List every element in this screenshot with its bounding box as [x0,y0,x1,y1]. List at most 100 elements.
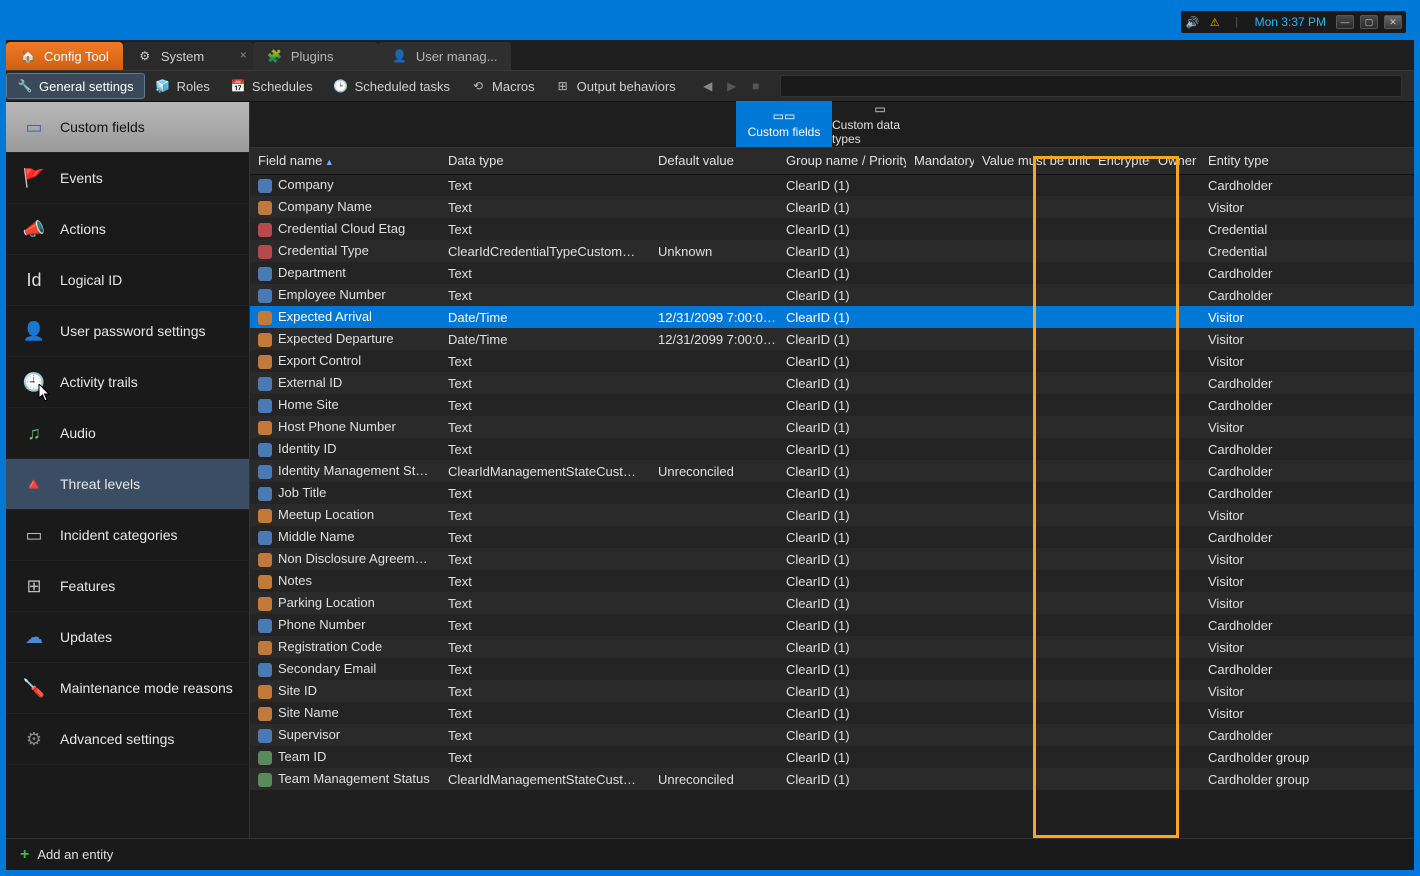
tab-label: User manag... [416,49,498,64]
sidebar-item-features[interactable]: ⊞ Features [6,561,249,612]
toolbar-roles[interactable]: 🧊 Roles [145,73,220,99]
table-row[interactable]: Expected DepartureDate/Time12/31/2099 7:… [250,328,1414,350]
sub-tab-bar: ▭▭ Custom fields ▭ Custom data types [250,102,1414,148]
table-row[interactable]: Employee NumberTextClearID (1)Cardholder [250,284,1414,306]
table-row[interactable]: Expected ArrivalDate/Time12/31/2099 7:00… [250,306,1414,328]
close-window-button[interactable]: ✕ [1384,15,1402,29]
entity-icon [258,619,272,633]
table-row[interactable]: Job TitleTextClearID (1)Cardholder [250,482,1414,504]
table-row[interactable]: Middle NameTextClearID (1)Cardholder [250,526,1414,548]
sidebar-item-custom-fields[interactable]: ▭Custom fields [6,102,249,153]
col-entity-type[interactable]: Entity type [1200,148,1414,174]
sidebar-item-user-password-settings[interactable]: 👤User password settings [6,306,249,357]
nav-home-icon[interactable]: ■ [748,78,764,94]
sidebar-item-updates[interactable]: ☁Updates [6,612,249,663]
footer: + Add an entity [6,838,1414,870]
table-row[interactable]: DepartmentTextClearID (1)Cardholder [250,262,1414,284]
table-row[interactable]: Identity Management StatusClearIdManagem… [250,460,1414,482]
table-row[interactable]: Team Management StatusClearIdManagementS… [250,768,1414,790]
custom-fields-table: Field name Data type Default value Group… [250,148,1414,790]
table-row[interactable]: CompanyTextClearID (1)Cardholder [250,174,1414,196]
toolbar: 🔧 General settings 🧊 Roles 📅 Schedules 🕒… [6,70,1414,102]
table-row[interactable]: SupervisorTextClearID (1)Cardholder [250,724,1414,746]
table-row[interactable]: Site IDTextClearID (1)Visitor [250,680,1414,702]
table-row[interactable]: Credential TypeClearIdCredentialTypeCust… [250,240,1414,262]
table-row[interactable]: Company NameTextClearID (1)Visitor [250,196,1414,218]
entity-icon [258,355,272,369]
roles-icon: 🧊 [155,78,171,94]
table-row[interactable]: Meetup LocationTextClearID (1)Visitor [250,504,1414,526]
table-row[interactable]: Site NameTextClearID (1)Visitor [250,702,1414,724]
sidebar-item-audio[interactable]: ♫Audio [6,408,249,459]
table-row[interactable]: Parking LocationTextClearID (1)Visitor [250,592,1414,614]
col-unique[interactable]: Value must be unique [974,148,1090,174]
tab-label: Plugins [291,49,334,64]
entity-icon [258,465,272,479]
clock-icon: 🕒 [333,78,349,94]
table-row[interactable]: Credential Cloud EtagTextClearID (1)Cred… [250,218,1414,240]
sidebar-item-incident-categories[interactable]: ▭Incident categories [6,510,249,561]
minimize-button[interactable]: — [1336,15,1354,29]
sidebar-item-events[interactable]: 🚩Events [6,153,249,204]
tab-config-tool[interactable]: 🏠 Config Tool [6,42,123,70]
col-data-type[interactable]: Data type [440,148,650,174]
sidebar-item-maintenance-mode-reasons[interactable]: 🪛Maintenance mode reasons [6,663,249,714]
table-row[interactable]: Phone NumberTextClearID (1)Cardholder [250,614,1414,636]
table-row[interactable]: External IDTextClearID (1)Cardholder [250,372,1414,394]
entity-icon [258,245,272,259]
app-window: 🏠 Config Tool ⚙ System × 🧩 Plugins 👤 Use… [6,40,1414,870]
sidebar-icon: ⊞ [22,574,46,598]
table-row[interactable]: NotesTextClearID (1)Visitor [250,570,1414,592]
toolbar-label: Scheduled tasks [355,79,450,94]
sidebar-item-logical-id[interactable]: IdLogical ID [6,255,249,306]
sidebar-item-activity-trails[interactable]: 🕘Activity trails [6,357,249,408]
table-row[interactable]: Team IDTextClearID (1)Cardholder group [250,746,1414,768]
divider-icon: | [1229,14,1245,30]
settings-icon: 🔧 [17,78,33,94]
toolbar-macros[interactable]: ⟲ Macros [460,73,545,99]
tab-user-management[interactable]: 👤 User manag... [378,42,512,70]
subtab-custom-data-types[interactable]: ▭ Custom data types [832,101,928,147]
table-row[interactable]: Non Disclosure AgreementTextClearID (1)V… [250,548,1414,570]
close-tab-icon[interactable]: × [240,48,247,62]
table-row[interactable]: Home SiteTextClearID (1)Cardholder [250,394,1414,416]
col-encrypted[interactable]: Encrypted [1090,148,1150,174]
maximize-button[interactable]: ▢ [1360,15,1378,29]
tab-label: Config Tool [44,49,109,64]
toolbar-output-behaviors[interactable]: ⊞ Output behaviors [545,73,686,99]
tab-system[interactable]: ⚙ System × [123,42,253,70]
types-icon: ▭ [874,102,885,116]
table-container: Field name Data type Default value Group… [250,148,1414,838]
sidebar-icon: Id [22,268,46,292]
col-field-name[interactable]: Field name [250,148,440,174]
plus-icon[interactable]: + [20,846,29,864]
tab-label: System [161,49,204,64]
col-group[interactable]: Group name / Priority [778,148,906,174]
nav-forward-icon[interactable]: ▶ [724,78,740,94]
subtab-custom-fields[interactable]: ▭▭ Custom fields [736,101,832,147]
toolbar-scheduled-tasks[interactable]: 🕒 Scheduled tasks [323,73,460,99]
col-mandatory[interactable]: Mandatory [906,148,974,174]
nav-back-icon[interactable]: ◀ [700,78,716,94]
sidebar-label: Features [60,578,115,594]
sidebar-label: Custom fields [60,119,145,135]
table-row[interactable]: Export ControlTextClearID (1)Visitor [250,350,1414,372]
toolbar-general-settings[interactable]: 🔧 General settings [6,73,145,99]
table-row[interactable]: Identity IDTextClearID (1)Cardholder [250,438,1414,460]
col-owner[interactable]: Owner [1150,148,1200,174]
table-row[interactable]: Registration CodeTextClearID (1)Visitor [250,636,1414,658]
sidebar-item-threat-levels[interactable]: 🔺Threat levels [6,459,249,510]
sidebar-item-actions[interactable]: 📣Actions [6,204,249,255]
toolbar-search-input[interactable] [780,75,1402,97]
table-row[interactable]: Host Phone NumberTextClearID (1)Visitor [250,416,1414,438]
add-entity-button[interactable]: Add an entity [37,847,113,862]
tab-plugins[interactable]: 🧩 Plugins [253,42,378,70]
volume-icon[interactable]: 🔊 [1185,14,1201,30]
shield-icon[interactable]: ⚠ [1207,14,1223,30]
toolbar-schedules[interactable]: 📅 Schedules [220,73,323,99]
table-row[interactable]: Secondary EmailTextClearID (1)Cardholder [250,658,1414,680]
entity-icon [258,377,272,391]
subtab-label: Custom fields [748,125,821,139]
sidebar-item-advanced-settings[interactable]: ⚙Advanced settings [6,714,249,765]
col-default-value[interactable]: Default value [650,148,778,174]
